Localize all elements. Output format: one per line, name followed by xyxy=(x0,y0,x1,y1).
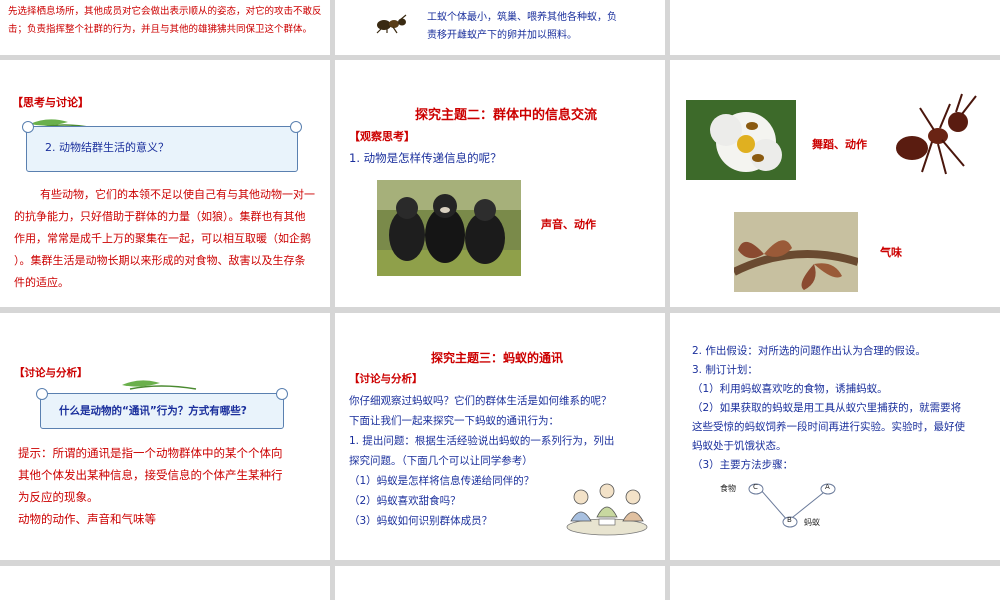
slide-8[interactable]: 探究主题三：蚂蚁的通讯 【讨论与分析】 你仔细观察过蚂蚁吗？它们的群体生活是如何… xyxy=(335,313,665,560)
slide5-title: 探究主题二：群体中的信息交流 xyxy=(415,108,598,123)
diagram-node-c: C xyxy=(753,483,758,491)
slide9-line4: （2）如果获取的蚂蚁是用工具从蚁穴里捕获的，就需要将 xyxy=(692,402,962,414)
slide8-line4: 探究问题。（下面几个可以让同学参考） xyxy=(349,455,533,467)
diagram-node-b: B xyxy=(787,516,792,524)
diagram-node-a: A xyxy=(825,483,830,491)
slide8-line1: 你仔细观察过蚂蚁吗？它们的群体生活是如何维系的呢？ xyxy=(349,395,612,407)
slide4-question: 2. 动物结群生活的意义？ xyxy=(45,141,169,154)
slide-3[interactable] xyxy=(670,0,1000,55)
leaf-decoration-icon xyxy=(122,380,197,390)
scroll-curl-left xyxy=(22,121,34,133)
slide9-line6: 蚂蚁处于饥饿状态。 xyxy=(692,440,787,452)
slide6-caption-smell: 气味 xyxy=(880,246,902,259)
slide4-paragraph-line5: 件的适应。 xyxy=(14,276,69,289)
slide9-line2: 3. 制订计划： xyxy=(692,364,758,376)
slide7-hint-line3: 为反应的现象。 xyxy=(18,490,99,504)
slide-4[interactable]: 【思考与讨论】 2. 动物结群生活的意义？ 有些动物，它们的本领不足以使自己有与… xyxy=(0,60,330,307)
moths-photo xyxy=(734,212,858,292)
slide8-title: 探究主题三：蚂蚁的通讯 xyxy=(431,351,564,365)
slide2-line1: 工蚁个体最小，筑巢、喂养其他各种蚁，负 xyxy=(427,12,617,23)
ant-image xyxy=(376,14,407,34)
slide-6[interactable]: 舞蹈、动作 气味 xyxy=(670,60,1000,307)
slide5-question: 1. 动物是怎样传递信息的呢？ xyxy=(349,151,502,165)
slide8-line2: 下面让我们一起来探究一下蚂蚁的通讯行为： xyxy=(349,415,559,427)
slide4-paragraph-line1: 有些动物，它们的本领不足以使自己有与其他动物一对一 xyxy=(40,188,315,201)
slide9-line7: （3）主要方法步骤： xyxy=(692,459,794,471)
students-discussion-illustration xyxy=(566,483,648,536)
slide9-line1: 2. 作出假设：对所选的问题作出认为合理的假设。 xyxy=(692,345,926,357)
slide-9[interactable]: 2. 作出假设：对所选的问题作出认为合理的假设。 3. 制订计划： （1）利用蚂… xyxy=(670,313,1000,560)
slide1-line1: 先选择栖息场所，其他成员对它会做出表示顺从的姿态，对它的攻击不敢反 xyxy=(8,6,322,17)
slide9-line3: （1）利用蚂蚁喜欢吃的食物，诱捕蚂蚁。 xyxy=(692,383,888,395)
slide5-caption: 声音、动作 xyxy=(541,218,596,231)
slide9-line5: 这些受惊的蚂蚁饲养一段时间再进行实验。实验时，最好使 xyxy=(692,421,965,433)
slide7-heading: 【讨论与分析】 xyxy=(14,367,88,379)
slide-5[interactable]: 探究主题二：群体中的信息交流 【观察思考】 1. 动物是怎样传递信息的呢？ 声音… xyxy=(335,60,665,307)
red-ant-image xyxy=(896,93,977,175)
bees-on-flower-photo xyxy=(686,100,796,180)
slide7-hint-line2: 其他个体发出某种信息，接受信息的个体产生某种行 xyxy=(18,468,283,482)
slide8-line3: 1. 提出问题：根据生活经验说出蚂蚁的一系列行为，列出 xyxy=(349,435,615,447)
slide8-line6: （2）蚂蚁喜欢甜食吗？ xyxy=(349,495,461,507)
slide6-caption-dance: 舞蹈、动作 xyxy=(812,138,867,151)
slide7-hint-line1: 提示：所谓的通讯是指一个动物群体中的某个个体向 xyxy=(18,446,283,460)
slide-12[interactable] xyxy=(670,566,1000,600)
slide2-line2: 责移开雌蚁产下的卵并加以照料。 xyxy=(427,30,577,41)
scroll-curl-right xyxy=(290,121,302,133)
diagram-food-label: 食物 xyxy=(720,484,736,493)
question-scroll-banner: 2. 动物结群生活的意义？ xyxy=(22,121,302,172)
slide8-line5: （1）蚂蚁是怎样将信息传递给同伴的？ xyxy=(349,475,535,487)
slide7-answer: 动物的动作、声音和气味等 xyxy=(18,512,156,526)
slide4-heading: 【思考与讨论】 xyxy=(12,96,89,109)
slide4-paragraph-line3: 作用，常常是成千上万的聚集在一起，可以相互取暖（如企鹅 xyxy=(14,232,311,245)
slide8-line7: （3）蚂蚁如何识别群体成员？ xyxy=(349,515,493,527)
slide4-paragraph-line4: ）。集群生活是动物长期以来形成的对食物、敌害以及生存条 xyxy=(14,254,306,267)
ant-path-diagram: 食物 C A B 蚂蚁 xyxy=(720,477,850,533)
slide-11[interactable] xyxy=(335,566,665,600)
question-scroll-banner: 什么是动物的“通讯”行为？方式有哪些? xyxy=(36,388,288,429)
slide-10[interactable] xyxy=(0,566,330,600)
slide-1[interactable]: 先选择栖息场所，其他成员对它会做出表示顺从的姿态，对它的攻击不敢反 击；负责指挥… xyxy=(0,0,330,55)
slide7-question: 什么是动物的“通讯”行为？方式有哪些? xyxy=(59,405,247,417)
diagram-ant-label: 蚂蚁 xyxy=(804,518,820,527)
slide-7[interactable]: 【讨论与分析】 什么是动物的“通讯”行为？方式有哪些? 提示：所谓的通讯是指一个… xyxy=(0,313,330,560)
slide-2[interactable]: 工蚁个体最小，筑巢、喂养其他各种蚁，负 责移开雌蚁产下的卵并加以照料。 xyxy=(335,0,665,55)
slide4-paragraph-line2: 的抗争能力，只好借助于群体的力量（如狼）。集群也有其他 xyxy=(14,210,306,223)
slide8-heading: 【讨论与分析】 xyxy=(349,373,423,385)
slide5-heading: 【观察思考】 xyxy=(349,130,415,143)
slide1-line2: 击；负责指挥整个社群的行为，并且与其他的雄狒狒共同保卫这个群体。 xyxy=(8,24,313,35)
scroll-curl-left xyxy=(36,388,48,400)
chimpanzees-photo xyxy=(377,180,521,276)
scroll-curl-right xyxy=(276,388,288,400)
